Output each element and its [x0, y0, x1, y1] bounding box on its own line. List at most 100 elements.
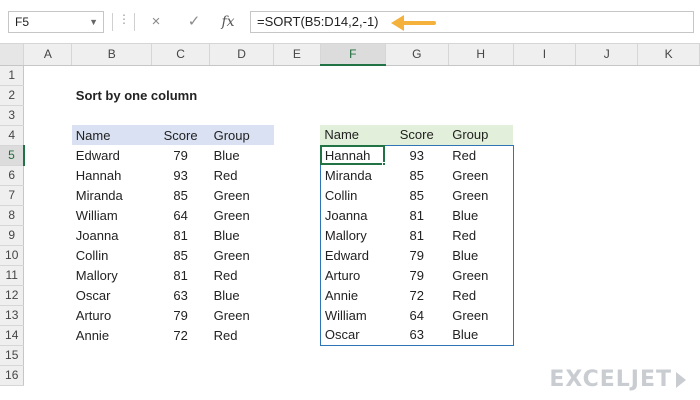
result-cell[interactable]: William	[319, 305, 386, 325]
active-cell[interactable]: Hannah	[319, 144, 386, 165]
result-cell[interactable]: 72	[385, 285, 448, 305]
result-cell[interactable]: 85	[385, 165, 448, 185]
source-cell[interactable]: 72	[152, 325, 210, 345]
source-cell[interactable]: 93	[152, 165, 210, 185]
source-cell[interactable]: Miranda	[72, 185, 152, 205]
column-header[interactable]: A	[23, 44, 73, 66]
column-header[interactable]: I	[513, 44, 577, 66]
insert-function-icon[interactable]: fx	[218, 11, 238, 33]
row-header[interactable]: 12	[0, 285, 25, 306]
row-header[interactable]: 9	[0, 225, 25, 246]
column-header[interactable]: J	[575, 44, 639, 66]
result-cell[interactable]: Blue	[448, 245, 514, 265]
source-cell[interactable]: Oscar	[72, 285, 152, 305]
source-cell[interactable]: 79	[152, 145, 210, 165]
row-header[interactable]: 14	[0, 325, 25, 346]
chevron-down-icon[interactable]: ▼	[89, 12, 98, 32]
source-cell[interactable]: William	[72, 205, 152, 225]
column-header[interactable]: K	[637, 44, 700, 66]
column-header[interactable]: B	[71, 44, 153, 66]
row-header[interactable]: 16	[0, 365, 25, 386]
row-header[interactable]: 4	[0, 125, 25, 146]
drag-handle-icon[interactable]: ⋮	[118, 12, 130, 26]
result-cell[interactable]: 93	[385, 144, 449, 165]
row-header[interactable]: 6	[0, 165, 25, 186]
column-header[interactable]: H	[448, 44, 514, 66]
source-cell[interactable]: Hannah	[72, 165, 152, 185]
result-cell[interactable]: Annie	[319, 285, 386, 305]
row-header[interactable]: 13	[0, 305, 25, 326]
row-header[interactable]: 8	[0, 205, 25, 226]
result-cell[interactable]: Miranda	[319, 165, 386, 185]
enter-icon[interactable]: ✓	[184, 11, 204, 33]
row-header[interactable]: 3	[0, 105, 25, 126]
source-header-name[interactable]: Name	[71, 125, 152, 145]
cancel-icon[interactable]: ×	[146, 11, 166, 33]
source-header-score[interactable]: Score	[151, 125, 210, 145]
result-cell[interactable]: 85	[385, 185, 448, 205]
column-header[interactable]: E	[273, 44, 321, 66]
source-cell[interactable]: Blue	[210, 285, 274, 305]
result-cell[interactable]: Green	[448, 185, 514, 205]
result-cell[interactable]: Red	[448, 144, 514, 165]
source-cell[interactable]: 81	[152, 225, 210, 245]
source-cell[interactable]: Edward	[72, 145, 152, 165]
sheet-title[interactable]: Sort by one column	[72, 85, 274, 105]
source-cell[interactable]: Red	[210, 165, 274, 185]
result-header-group[interactable]: Group	[448, 125, 514, 145]
result-cell[interactable]: Arturo	[319, 265, 386, 285]
result-cell[interactable]: Mallory	[319, 225, 386, 245]
row-header[interactable]: 10	[0, 245, 25, 266]
source-cell[interactable]: 64	[152, 205, 210, 225]
row-header[interactable]: 1	[0, 65, 25, 86]
result-cell[interactable]: 81	[385, 205, 448, 225]
row-header-active[interactable]: 5	[0, 145, 25, 166]
source-cell[interactable]: Red	[210, 265, 274, 285]
source-cell[interactable]: Mallory	[72, 265, 152, 285]
source-cell[interactable]: Green	[210, 245, 274, 265]
source-cell[interactable]: Blue	[210, 145, 274, 165]
source-header-group[interactable]: Group	[209, 125, 274, 145]
result-cell[interactable]: Joanna	[319, 205, 386, 225]
result-cell[interactable]: Edward	[319, 245, 386, 265]
source-cell[interactable]: Arturo	[72, 305, 152, 325]
result-header-name[interactable]: Name	[320, 125, 386, 145]
source-cell[interactable]: Collin	[72, 245, 152, 265]
result-cell[interactable]: Green	[448, 305, 514, 325]
result-cell[interactable]: Blue	[448, 325, 514, 346]
source-cell[interactable]: Green	[210, 205, 274, 225]
result-cell[interactable]: Green	[448, 165, 514, 185]
column-header-active[interactable]: F	[320, 44, 386, 66]
result-cell[interactable]: 63	[385, 325, 449, 346]
source-cell[interactable]: 63	[152, 285, 210, 305]
source-cell[interactable]: Joanna	[72, 225, 152, 245]
source-cell[interactable]: Green	[210, 305, 274, 325]
result-cell[interactable]: Collin	[319, 185, 386, 205]
result-header-score[interactable]: Score	[385, 125, 449, 145]
result-cell[interactable]: 79	[385, 265, 448, 285]
source-cell[interactable]: 79	[152, 305, 210, 325]
formula-input[interactable]: =SORT(B5:D14,2,-1)	[250, 11, 694, 33]
row-header[interactable]: 7	[0, 185, 25, 206]
result-cell[interactable]: Red	[448, 225, 514, 245]
result-cell[interactable]: 81	[385, 225, 448, 245]
source-cell[interactable]: 85	[152, 245, 210, 265]
source-cell[interactable]: 85	[152, 185, 210, 205]
fill-handle[interactable]	[382, 162, 386, 165]
result-cell[interactable]: 79	[385, 245, 448, 265]
select-all-corner[interactable]	[0, 44, 25, 66]
row-header[interactable]: 15	[0, 345, 25, 366]
source-cell[interactable]: Blue	[210, 225, 274, 245]
result-cell[interactable]: Oscar	[319, 325, 386, 346]
name-box[interactable]: F5 ▼	[8, 11, 104, 33]
column-header[interactable]: G	[385, 44, 449, 66]
result-cell[interactable]: Blue	[448, 205, 514, 225]
result-cell[interactable]: 64	[385, 305, 448, 325]
column-header[interactable]: D	[209, 44, 274, 66]
row-header[interactable]: 11	[0, 265, 25, 286]
row-header[interactable]: 2	[0, 85, 25, 106]
result-cell[interactable]: Red	[448, 285, 514, 305]
source-cell[interactable]: 81	[152, 265, 210, 285]
source-cell[interactable]: Annie	[72, 325, 152, 345]
column-header[interactable]: C	[151, 44, 211, 66]
